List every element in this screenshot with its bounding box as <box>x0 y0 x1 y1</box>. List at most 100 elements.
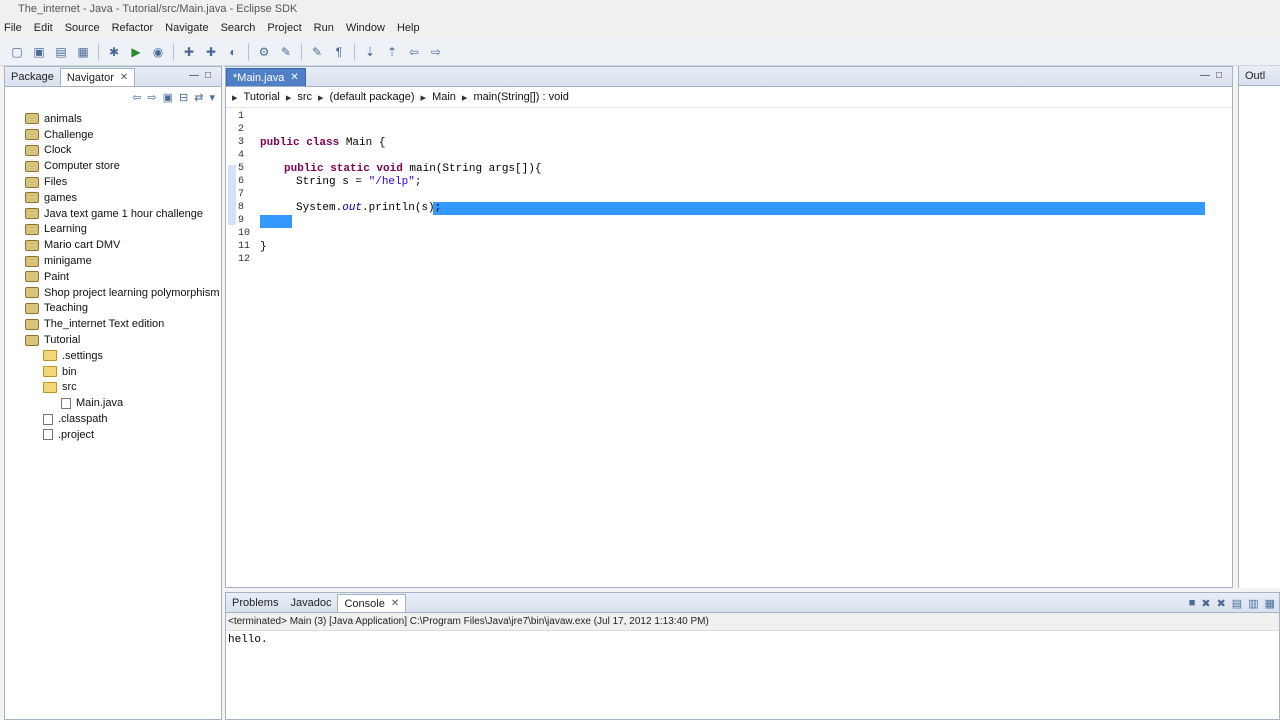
java-file-icon <box>61 397 71 409</box>
tree-item-learning[interactable]: Learning <box>25 222 221 238</box>
project-icon <box>25 271 39 283</box>
tree-item-src[interactable]: src <box>25 380 221 396</box>
tab-javadoc[interactable]: Javadoc <box>284 594 337 612</box>
tree-item-the-internet[interactable]: The_internet Text edition <box>25 316 221 332</box>
menu-run[interactable]: Run <box>314 22 334 34</box>
tree-item-mario-cart-dmv[interactable]: Mario cart DMV <box>25 237 221 253</box>
back-icon[interactable]: ⇦ <box>406 44 422 60</box>
link-editor-icon[interactable]: ⇄ <box>194 91 203 104</box>
new-class-icon[interactable]: ◐ <box>225 44 241 60</box>
tab-navigator[interactable]: Navigator ✕ <box>59 68 136 86</box>
minimize-maximize-icons[interactable]: —□ <box>1200 70 1228 81</box>
tree-item-java-text-game[interactable]: Java text game 1 hour challenge <box>25 206 221 222</box>
pin-console-icon[interactable]: ▦ <box>1265 597 1275 610</box>
tree-item-animals[interactable]: animals <box>25 111 221 127</box>
editor-horizontal-scrollbar[interactable] <box>262 573 1202 583</box>
console-output[interactable]: hello. <box>226 631 1279 649</box>
console-toolbar: ■ ✖ ✖ ▤ ▥ ▦ <box>1189 597 1275 610</box>
tree-item-settings[interactable]: .settings <box>25 348 221 364</box>
editor-tab-label: *Main.java <box>233 71 285 84</box>
close-icon[interactable]: ✕ <box>391 598 399 609</box>
up-folder-icon[interactable]: ▣ <box>163 91 173 104</box>
tree-item-games[interactable]: games <box>25 190 221 206</box>
tree-item-files[interactable]: Files <box>25 174 221 190</box>
tree-item-minigame[interactable]: minigame <box>25 253 221 269</box>
tab-navigator-label: Navigator <box>66 71 114 84</box>
remove-launch-icon[interactable]: ✖ <box>1201 597 1210 610</box>
menu-edit[interactable]: Edit <box>34 22 53 34</box>
tree-item-teaching[interactable]: Teaching <box>25 301 221 317</box>
menu-source[interactable]: Source <box>65 22 100 34</box>
search-icon[interactable]: ✎ <box>278 44 294 60</box>
terminate-icon[interactable]: ■ <box>1189 597 1196 610</box>
breadcrumb-class[interactable]: Main <box>432 91 456 103</box>
back-arrow-icon[interactable]: ⇦ <box>132 91 141 104</box>
breadcrumb: ▸ Tutorial ▸ src ▸ (default package) ▸ M… <box>226 87 1232 108</box>
new-java-project-icon[interactable]: ✚ <box>181 44 197 60</box>
menu-help[interactable]: Help <box>397 22 420 34</box>
editor-vertical-scrollbar[interactable] <box>1214 109 1230 569</box>
tab-main-java[interactable]: *Main.java ✕ <box>226 68 306 86</box>
tree-item-main-java[interactable]: Main.java <box>25 395 221 411</box>
new-icon[interactable]: ▢ <box>9 44 25 60</box>
toggle-mark-occurrences-icon[interactable]: ✎ <box>309 44 325 60</box>
prev-annotation-icon[interactable]: ⇡ <box>384 44 400 60</box>
project-icon <box>25 287 39 299</box>
menu-file[interactable]: File <box>4 22 22 34</box>
tree-item-project[interactable]: .project <box>25 427 221 443</box>
tree-item-clock[interactable]: Clock <box>25 143 221 159</box>
menu-window[interactable]: Window <box>346 22 385 34</box>
external-tools-icon[interactable]: ◉ <box>150 44 166 60</box>
save-all-icon[interactable]: ▤ <box>53 44 69 60</box>
navigator-panel: Package Navigator ✕ —□ ⇦ ⇨ ▣ ⊟ ⇄ ▾ animal… <box>4 66 222 720</box>
tree-item-shop-project[interactable]: Shop project learning polymorphism <box>25 285 221 301</box>
close-icon[interactable]: ✕ <box>120 72 128 83</box>
breadcrumb-src[interactable]: src <box>297 91 312 103</box>
close-icon[interactable]: ✕ <box>290 72 298 83</box>
file-icon <box>43 413 53 425</box>
print-icon[interactable]: ▦ <box>75 44 91 60</box>
menu-navigate[interactable]: Navigate <box>165 22 208 34</box>
tab-problems[interactable]: Problems <box>226 594 284 612</box>
remove-all-icon[interactable]: ✖ <box>1217 597 1226 610</box>
selection-highlight <box>433 202 1205 215</box>
tab-console[interactable]: Console ✕ <box>337 594 407 612</box>
project-icon <box>25 160 39 172</box>
tree-item-tutorial[interactable]: Tutorial <box>25 332 221 348</box>
menu-search[interactable]: Search <box>221 22 256 34</box>
tree-item-bin[interactable]: bin <box>25 364 221 380</box>
tab-outline[interactable]: Outl <box>1239 67 1271 85</box>
run-icon[interactable]: ▶ <box>128 44 144 60</box>
next-annotation-icon[interactable]: ⇣ <box>362 44 378 60</box>
tab-package-label: Package <box>11 71 54 83</box>
tab-package[interactable]: Package <box>5 68 60 86</box>
scroll-lock-icon[interactable]: ▥ <box>1248 597 1258 610</box>
forward-arrow-icon[interactable]: ⇨ <box>147 91 156 104</box>
tree-item-paint[interactable]: Paint <box>25 269 221 285</box>
project-icon <box>25 223 39 235</box>
project-icon <box>25 208 39 220</box>
new-package-icon[interactable]: ✚ <box>203 44 219 60</box>
project-icon <box>25 113 39 125</box>
view-menu-icon[interactable]: ▾ <box>209 91 215 104</box>
collapse-all-icon[interactable]: ⊟ <box>179 91 188 104</box>
save-icon[interactable]: ▣ <box>31 44 47 60</box>
tree-item-challenge[interactable]: Challenge <box>25 127 221 143</box>
breadcrumb-package[interactable]: (default package) <box>330 91 415 103</box>
menu-project[interactable]: Project <box>267 22 301 34</box>
minimize-maximize-icons[interactable]: —□ <box>189 70 217 81</box>
open-type-icon[interactable]: ⚙ <box>256 44 272 60</box>
breadcrumb-project[interactable]: Tutorial <box>244 91 280 103</box>
show-whitespace-icon[interactable]: ¶ <box>331 44 347 60</box>
debug-icon[interactable]: ✱ <box>106 44 122 60</box>
tree-item-computer-store[interactable]: Computer store <box>25 158 221 174</box>
forward-icon[interactable]: ⇨ <box>428 44 444 60</box>
code-area[interactable]: 1 2 3 4 5 6 7 8 9 10 11 12 public class … <box>226 109 1208 567</box>
folder-icon <box>43 366 57 378</box>
navigator-tabbar: Package Navigator ✕ —□ <box>5 67 221 87</box>
breadcrumb-method[interactable]: main(String[]) : void <box>473 91 568 103</box>
clear-console-icon[interactable]: ▤ <box>1232 597 1242 610</box>
menu-refactor[interactable]: Refactor <box>112 22 154 34</box>
project-tree: animals Challenge Clock Computer store F… <box>5 107 221 443</box>
tree-item-classpath[interactable]: .classpath <box>25 411 221 427</box>
